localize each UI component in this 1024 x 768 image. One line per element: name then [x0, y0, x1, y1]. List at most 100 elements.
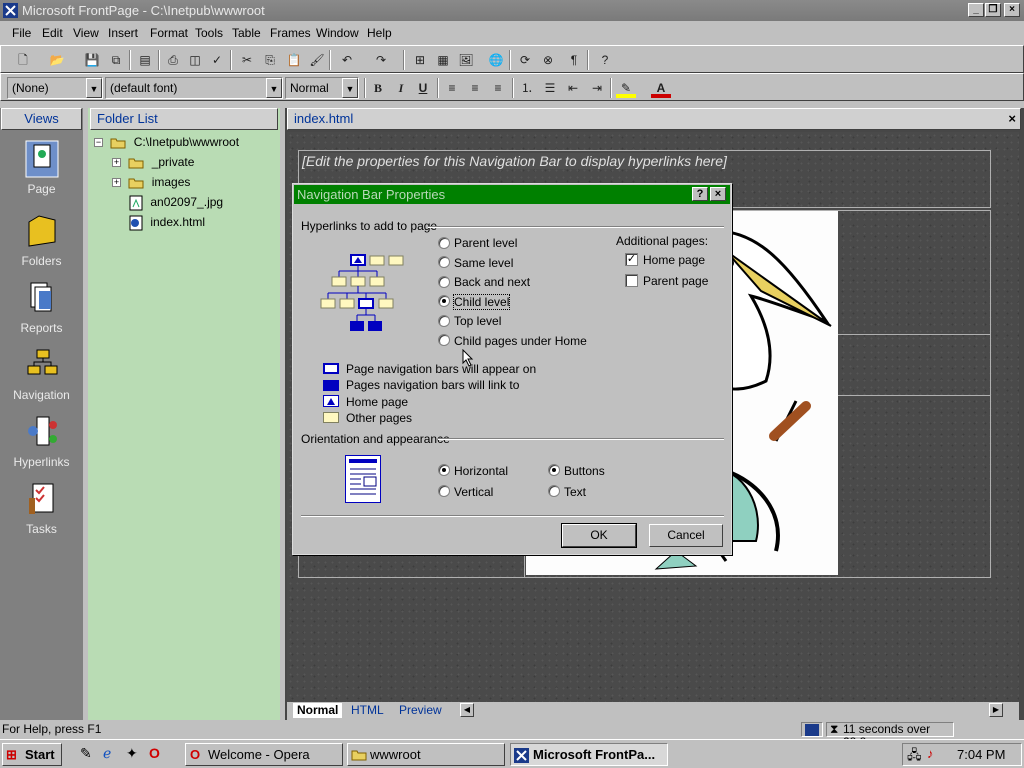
- expand-icon[interactable]: +: [112, 178, 121, 188]
- tree-item-images[interactable]: + images: [112, 174, 190, 190]
- menu-frames[interactable]: Frames: [270, 26, 311, 40]
- menu-window[interactable]: Window: [316, 26, 359, 40]
- scroll-right-icon[interactable]: ▶: [989, 703, 1003, 717]
- publish-icon[interactable]: ⧉: [106, 50, 126, 70]
- tree-item-private[interactable]: + _private: [112, 154, 194, 170]
- quick-launch-icon[interactable]: ✦: [126, 745, 138, 762]
- menu-tools[interactable]: Tools: [195, 26, 223, 40]
- close-button[interactable]: ×: [1004, 3, 1020, 17]
- decrease-indent-icon[interactable]: ⇤: [563, 78, 583, 98]
- new-page-icon[interactable]: 🗋: [13, 50, 33, 70]
- download-time-panel[interactable]: ⧗ 11 seconds over 28.8: [826, 722, 954, 749]
- style-select[interactable]: (None) ▼: [7, 77, 103, 99]
- chevron-down-icon[interactable]: ▼: [86, 78, 102, 98]
- menu-insert[interactable]: Insert: [108, 26, 138, 40]
- insert-picture-icon[interactable]: 🖼: [456, 50, 476, 70]
- font-select[interactable]: (default font) ▼: [105, 77, 283, 99]
- redo-icon[interactable]: ↷: [371, 50, 391, 70]
- restore-button[interactable]: ❐: [985, 3, 1001, 17]
- child-level-label[interactable]: Child level: [452, 294, 511, 310]
- radio-child-level[interactable]: [438, 295, 450, 307]
- network-tray-icon[interactable]: 🖧: [907, 746, 922, 768]
- align-left-icon[interactable]: ≡: [442, 78, 462, 98]
- bulleted-list-icon[interactable]: ☰: [540, 78, 560, 98]
- ok-button[interactable]: OK: [561, 523, 637, 548]
- volume-tray-icon[interactable]: ♪: [927, 746, 934, 761]
- view-hyperlinks[interactable]: Hyperlinks: [0, 413, 83, 469]
- radio-top-level[interactable]: [438, 315, 450, 327]
- buttons-label[interactable]: Buttons: [564, 464, 605, 478]
- cancel-button[interactable]: Cancel: [649, 524, 723, 547]
- task-wwwroot[interactable]: wwwroot: [347, 743, 505, 766]
- insert-component-icon[interactable]: ⊞: [410, 50, 430, 70]
- print-icon[interactable]: ⎙: [163, 50, 183, 70]
- task-frontpage[interactable]: Microsoft FrontPa...: [510, 743, 668, 766]
- chevron-down-icon[interactable]: ▼: [342, 78, 358, 98]
- radio-vertical[interactable]: [438, 485, 450, 497]
- align-center-icon[interactable]: ≡: [465, 78, 485, 98]
- show-all-icon[interactable]: ¶: [564, 50, 584, 70]
- tab-html[interactable]: HTML: [347, 703, 388, 718]
- increase-indent-icon[interactable]: ⇥: [587, 78, 607, 98]
- menu-view[interactable]: View: [73, 26, 99, 40]
- view-folders[interactable]: Folders: [0, 212, 83, 268]
- undo-icon[interactable]: ↶: [337, 50, 357, 70]
- preview-in-browser-icon[interactable]: ◫: [185, 50, 205, 70]
- insert-table-icon[interactable]: ▦: [433, 50, 453, 70]
- cut-icon[interactable]: ✂: [237, 50, 257, 70]
- tree-item-root[interactable]: − C:\Inetpub\wwwroot: [94, 134, 239, 150]
- numbered-list-icon[interactable]: ⒈: [517, 78, 537, 98]
- same-level-label[interactable]: Same level: [454, 256, 513, 270]
- chevron-down-icon[interactable]: ▼: [266, 78, 282, 98]
- menu-file[interactable]: File: [12, 26, 31, 40]
- highlight-color-icon[interactable]: ✎: [616, 78, 636, 98]
- view-reports[interactable]: Reports: [0, 279, 83, 335]
- parent-level-label[interactable]: Parent level: [454, 236, 517, 250]
- view-navigation[interactable]: Navigation: [0, 346, 83, 402]
- back-and-next-label[interactable]: Back and next: [454, 275, 530, 289]
- tab-normal[interactable]: Normal: [293, 703, 343, 718]
- clock[interactable]: 7:04 PM: [957, 747, 1005, 762]
- menu-help[interactable]: Help: [367, 26, 392, 40]
- collapse-icon[interactable]: −: [94, 138, 103, 148]
- checkbox-home-page[interactable]: ✓: [625, 253, 638, 266]
- help-icon[interactable]: ?: [595, 50, 615, 70]
- radio-child-pages-under-home[interactable]: [438, 334, 450, 346]
- save-icon[interactable]: 💾: [82, 50, 102, 70]
- open-icon[interactable]: 📂: [47, 50, 67, 70]
- refresh-icon[interactable]: ⟳: [515, 50, 535, 70]
- text-label[interactable]: Text: [564, 485, 586, 499]
- child-pages-under-home-label[interactable]: Child pages under Home: [454, 334, 587, 348]
- radio-text[interactable]: [548, 485, 560, 497]
- radio-parent-level[interactable]: [438, 237, 450, 249]
- task-opera[interactable]: O Welcome - Opera: [185, 743, 343, 766]
- hyperlink-icon[interactable]: 🌐: [486, 50, 506, 70]
- stop-icon[interactable]: ⊗: [538, 50, 558, 70]
- copy-icon[interactable]: ⎘: [260, 50, 280, 70]
- top-level-label[interactable]: Top level: [454, 314, 501, 328]
- tab-preview[interactable]: Preview: [395, 703, 446, 718]
- dialog-help-button[interactable]: ?: [692, 187, 708, 201]
- radio-buttons[interactable]: [548, 464, 560, 476]
- radio-same-level[interactable]: [438, 256, 450, 268]
- view-tasks[interactable]: Tasks: [0, 480, 83, 536]
- align-right-icon[interactable]: ≡: [488, 78, 508, 98]
- dialog-close-button[interactable]: ×: [710, 187, 726, 201]
- opera-quicklaunch-icon[interactable]: O: [149, 745, 160, 761]
- minimize-button[interactable]: _: [968, 3, 984, 17]
- show-desktop-icon[interactable]: ✎: [80, 745, 92, 762]
- radio-horizontal[interactable]: [438, 464, 450, 476]
- paste-icon[interactable]: 📋: [284, 50, 304, 70]
- close-document-icon[interactable]: ×: [1008, 109, 1016, 129]
- radio-back-and-next[interactable]: [438, 276, 450, 288]
- parent-page-label[interactable]: Parent page: [643, 274, 708, 288]
- horizontal-label[interactable]: Horizontal: [454, 464, 508, 478]
- frontpage-app-icon[interactable]: [3, 3, 18, 18]
- expand-icon[interactable]: +: [112, 158, 121, 168]
- font-color-icon[interactable]: A: [651, 78, 671, 98]
- underline-icon[interactable]: U: [413, 78, 433, 98]
- start-button[interactable]: ⊞ Start: [2, 743, 62, 766]
- checkbox-parent-page[interactable]: [625, 274, 638, 287]
- spelling-icon[interactable]: ✓: [207, 50, 227, 70]
- internet-explorer-icon[interactable]: ℯ: [103, 745, 111, 762]
